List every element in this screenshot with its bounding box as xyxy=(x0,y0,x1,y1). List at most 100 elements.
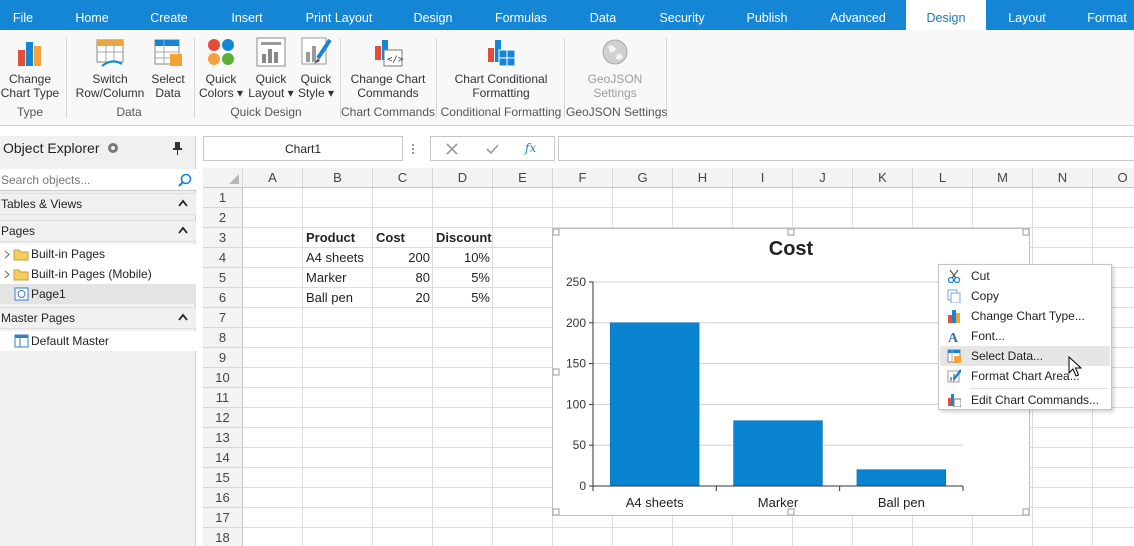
row-header-12[interactable]: 12 xyxy=(203,408,243,428)
row-header-5[interactable]: 5 xyxy=(203,268,243,288)
cell-D3[interactable]: Discount xyxy=(433,228,495,248)
section-pages[interactable]: Pages xyxy=(0,220,196,242)
row-header-13[interactable]: 13 xyxy=(203,428,243,448)
tab-print-layout[interactable]: Print Layout xyxy=(298,0,380,30)
column-header-F[interactable]: F xyxy=(553,168,613,188)
expand-arrow-icon[interactable] xyxy=(4,250,10,259)
section-master-pages[interactable]: Master Pages xyxy=(0,307,196,329)
cell-C3[interactable]: Cost xyxy=(373,228,408,248)
name-box-options-icon[interactable] xyxy=(410,143,416,155)
chart-conditional-formatting-button[interactable]: Chart Conditional Formatting xyxy=(446,36,556,100)
column-header-N[interactable]: N xyxy=(1033,168,1093,188)
geojson-settings-button[interactable]: GeoJSON Settings xyxy=(584,36,646,100)
row-header-7[interactable]: 7 xyxy=(203,308,243,328)
name-box[interactable]: Chart1 xyxy=(203,136,403,161)
row-header-6[interactable]: 6 xyxy=(203,288,243,308)
tree-item-built-in-pages[interactable]: Built-in Pages xyxy=(0,244,196,264)
cell-C5[interactable]: 80 xyxy=(373,268,433,288)
column-header-C[interactable]: C xyxy=(373,168,433,188)
tab-create[interactable]: Create xyxy=(140,0,198,30)
menu-item-change-chart-type[interactable]: Change Chart Type... xyxy=(940,306,1110,326)
tab-home[interactable]: Home xyxy=(62,0,122,30)
quick-colors-button[interactable]: Quick Colors ▾ xyxy=(198,36,244,100)
column-header-L[interactable]: L xyxy=(913,168,973,188)
row-header-10[interactable]: 10 xyxy=(203,368,243,388)
cell-C4[interactable]: 200 xyxy=(373,248,433,268)
formula-input[interactable] xyxy=(558,136,1134,161)
expand-arrow-icon[interactable] xyxy=(4,270,10,279)
search-icon[interactable] xyxy=(178,173,192,190)
explorer-search[interactable] xyxy=(0,169,196,191)
quick-layout-button[interactable]: Quick Layout ▾ xyxy=(248,36,294,100)
row-header-11[interactable]: 11 xyxy=(203,388,243,408)
chevron-up-icon[interactable] xyxy=(178,198,188,208)
menu-item-format-chart-area[interactable]: Format Chart Area... xyxy=(940,366,1110,386)
column-header-M[interactable]: M xyxy=(973,168,1033,188)
cancel-icon[interactable] xyxy=(445,142,459,156)
tab-insert[interactable]: Insert xyxy=(218,0,276,30)
gear-icon[interactable] xyxy=(106,141,120,158)
row-header-16[interactable]: 16 xyxy=(203,488,243,508)
select-all-corner[interactable] xyxy=(203,168,243,188)
tab-design[interactable]: Design xyxy=(402,0,464,30)
row-header-2[interactable]: 2 xyxy=(203,208,243,228)
tab-advanced[interactable]: Advanced xyxy=(820,0,896,30)
cell-D4[interactable]: 10% xyxy=(433,248,493,268)
tree-item-default-master[interactable]: Default Master xyxy=(0,331,196,351)
chevron-up-icon[interactable] xyxy=(178,312,188,322)
row-header-18[interactable]: 18 xyxy=(203,528,243,546)
search-input[interactable] xyxy=(0,169,170,190)
change-chart-type-button[interactable]: Change Chart Type xyxy=(0,36,60,100)
tab-layout[interactable]: Layout xyxy=(998,0,1056,30)
cell-D5[interactable]: 5% xyxy=(433,268,493,288)
menu-item-cut[interactable]: Cut xyxy=(940,266,1110,286)
tab-security[interactable]: Security xyxy=(650,0,714,30)
menu-item-copy[interactable]: Copy xyxy=(940,286,1110,306)
menu-item-font[interactable]: A Font... xyxy=(940,326,1110,346)
chevron-up-icon[interactable] xyxy=(178,225,188,235)
tree-item-built-in-pages-mobile[interactable]: Built-in Pages (Mobile) xyxy=(0,264,196,284)
row-header-8[interactable]: 8 xyxy=(203,328,243,348)
menu-item-edit-chart-commands[interactable]: Edit Chart Commands... xyxy=(940,390,1110,410)
tab-format[interactable]: Format xyxy=(1076,0,1134,30)
cell-B4[interactable]: A4 sheets xyxy=(303,248,367,268)
tab-data[interactable]: Data xyxy=(576,0,630,30)
switch-row-column-button[interactable]: Switch Row/Column xyxy=(74,36,146,100)
cell-B3[interactable]: Product xyxy=(303,228,358,248)
cell-B6[interactable]: Ball pen xyxy=(303,288,356,308)
row-header-3[interactable]: 3 xyxy=(203,228,243,248)
column-header-B[interactable]: B xyxy=(303,168,373,188)
column-header-J[interactable]: J xyxy=(793,168,853,188)
column-header-D[interactable]: D xyxy=(433,168,493,188)
row-header-15[interactable]: 15 xyxy=(203,468,243,488)
row-header-14[interactable]: 14 xyxy=(203,448,243,468)
tab-chart-design[interactable]: Design xyxy=(906,0,986,30)
pin-icon[interactable] xyxy=(172,141,184,158)
column-header-O[interactable]: O xyxy=(1093,168,1134,188)
select-data-button[interactable]: Select Data xyxy=(148,36,188,100)
cell-D6[interactable]: 5% xyxy=(433,288,493,308)
column-header-I[interactable]: I xyxy=(733,168,793,188)
chart-title: Cost xyxy=(769,238,814,260)
confirm-icon[interactable] xyxy=(485,142,499,156)
tab-file[interactable]: File xyxy=(0,0,46,30)
row-header-9[interactable]: 9 xyxy=(203,348,243,368)
row-header-4[interactable]: 4 xyxy=(203,248,243,268)
row-header-1[interactable]: 1 xyxy=(203,188,243,208)
column-header-K[interactable]: K xyxy=(853,168,913,188)
column-header-G[interactable]: G xyxy=(613,168,673,188)
cell-C6[interactable]: 20 xyxy=(373,288,433,308)
column-header-E[interactable]: E xyxy=(493,168,553,188)
tab-publish[interactable]: Publish xyxy=(736,0,798,30)
row-header-17[interactable]: 17 xyxy=(203,508,243,528)
tab-formulas[interactable]: Formulas xyxy=(486,0,556,30)
column-header-A[interactable]: A xyxy=(243,168,303,188)
function-icon[interactable]: fx xyxy=(525,141,536,155)
section-tables-views[interactable]: Tables & Views xyxy=(0,193,196,215)
menu-item-select-data[interactable]: Select Data... xyxy=(940,346,1110,366)
quick-style-button[interactable]: Quick Style ▾ xyxy=(296,36,336,100)
column-header-H[interactable]: H xyxy=(673,168,733,188)
cell-B5[interactable]: Marker xyxy=(303,268,349,288)
change-chart-commands-button[interactable]: </> Change Chart Commands xyxy=(346,36,430,100)
tree-item-page1[interactable]: Page1 xyxy=(0,284,196,304)
